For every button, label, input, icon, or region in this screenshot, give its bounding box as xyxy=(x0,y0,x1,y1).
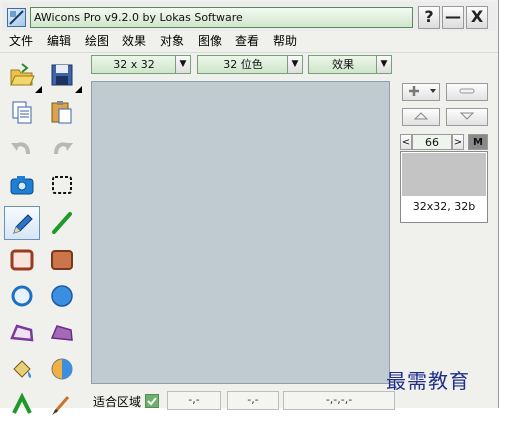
status-field-cursor: -,- xyxy=(167,391,221,410)
color-picker-icon xyxy=(51,358,73,380)
menu-effects[interactable]: 效果 xyxy=(122,33,146,49)
copy-icon xyxy=(12,101,32,124)
triangle-up-icon xyxy=(413,112,429,120)
tool-fill[interactable] xyxy=(4,352,40,386)
color-depth-dropdown[interactable]: 32 位色 ▼ xyxy=(197,55,303,74)
ellipse-filled-icon xyxy=(51,285,73,307)
tool-brush[interactable] xyxy=(44,388,80,422)
thumbnail-image xyxy=(402,153,486,196)
save-disk-icon xyxy=(51,64,73,86)
status-field-size: -,- xyxy=(227,391,279,410)
tool-filled-polygon[interactable] xyxy=(44,316,80,350)
tool-filled-ellipse[interactable] xyxy=(44,279,80,313)
tool-open[interactable] xyxy=(4,58,42,93)
move-down-button[interactable] xyxy=(446,108,488,126)
chevron-down-icon: ▼ xyxy=(175,56,190,73)
menu-file[interactable]: 文件 xyxy=(9,33,33,49)
title-bar: AWicons Pro v9.2.0 by Lokas Software ? —… xyxy=(2,2,496,33)
window-title: AWicons Pro v9.2.0 by Lokas Software xyxy=(30,7,413,28)
icon-thumbnail[interactable]: 32x32, 32b xyxy=(400,151,488,223)
page-prev-button[interactable]: < xyxy=(400,134,412,150)
tool-paste[interactable] xyxy=(44,95,80,129)
drawing-canvas[interactable] xyxy=(91,81,390,384)
menu-view[interactable]: 查看 xyxy=(235,33,259,49)
fit-area-checkbox[interactable] xyxy=(145,394,159,408)
paste-icon xyxy=(51,101,72,124)
app-icon xyxy=(7,8,26,27)
tool-pencil[interactable] xyxy=(4,206,40,240)
help-button[interactable]: ? xyxy=(418,6,440,29)
tool-rectangle[interactable] xyxy=(4,243,40,277)
text-icon xyxy=(12,392,32,414)
tool-save[interactable] xyxy=(44,58,82,93)
status-field-selection: -,-,-,- xyxy=(283,391,395,410)
tool-copy[interactable] xyxy=(4,95,40,129)
fit-area-label: 适合区域 xyxy=(93,395,142,409)
rectangle-filled-icon xyxy=(51,250,73,270)
effects-dropdown[interactable]: 效果 ▼ xyxy=(308,55,392,74)
redo-icon xyxy=(54,142,73,155)
checkmark-icon xyxy=(147,397,157,406)
toolbox xyxy=(0,55,88,415)
menu-image[interactable]: 图像 xyxy=(198,33,222,49)
camera-icon xyxy=(10,176,34,195)
fill-bucket-icon xyxy=(13,360,32,378)
tool-screenshot[interactable] xyxy=(4,168,40,202)
pencil-icon xyxy=(13,214,33,234)
size-dropdown[interactable]: 32 x 32 ▼ xyxy=(91,55,191,74)
page-number: 66 xyxy=(412,134,452,150)
page-next-button[interactable]: > xyxy=(452,134,464,150)
close-button[interactable]: X xyxy=(466,6,488,29)
tool-redo[interactable] xyxy=(44,131,80,165)
thumbnail-caption: 32x32, 32b xyxy=(412,200,476,213)
app-window: AWicons Pro v9.2.0 by Lokas Software ? —… xyxy=(0,0,499,415)
selection-rect-icon xyxy=(52,176,72,194)
menu-help[interactable]: 帮助 xyxy=(273,33,297,49)
undo-icon xyxy=(11,142,30,155)
effects-dropdown-value: 效果 xyxy=(332,58,354,71)
move-up-button[interactable] xyxy=(402,108,440,126)
menu-draw[interactable]: 绘图 xyxy=(85,33,109,49)
triangle-down-icon xyxy=(459,112,475,120)
tool-ellipse[interactable] xyxy=(4,279,40,313)
tool-color-picker[interactable] xyxy=(44,352,80,386)
chevron-down-icon: ▼ xyxy=(376,56,391,73)
minus-icon xyxy=(459,88,475,94)
plus-icon xyxy=(409,86,436,96)
size-dropdown-value: 32 x 32 xyxy=(113,58,155,71)
tool-select[interactable] xyxy=(44,168,80,202)
tool-polygon[interactable] xyxy=(4,316,40,350)
tool-filled-rectangle[interactable] xyxy=(44,243,80,277)
status-bar: 适合区域 -,- -,- -,-,-,- xyxy=(89,389,398,410)
tool-line[interactable] xyxy=(44,206,80,240)
tool-undo[interactable] xyxy=(4,131,40,165)
mode-button[interactable]: M xyxy=(468,134,488,150)
brush-icon xyxy=(52,396,70,415)
add-icon-button[interactable] xyxy=(402,83,440,101)
ellipse-outline-icon xyxy=(11,285,33,307)
color-depth-value: 32 位色 xyxy=(223,58,263,71)
remove-icon-button[interactable] xyxy=(446,83,488,101)
line-icon xyxy=(52,212,72,234)
polygon-outline-icon xyxy=(10,324,34,342)
tool-text[interactable] xyxy=(4,388,40,422)
open-folder-icon xyxy=(10,63,35,86)
chevron-down-icon: ▼ xyxy=(287,56,302,73)
menu-object[interactable]: 对象 xyxy=(160,33,184,49)
menu-edit[interactable]: 编辑 xyxy=(47,33,71,49)
minimize-button[interactable]: — xyxy=(442,6,464,29)
watermark-text: 最需教育 xyxy=(386,369,470,393)
menu-bar: 文件 编辑 绘图 效果 对象 图像 查看 帮助 xyxy=(2,31,496,51)
rectangle-outline-icon xyxy=(10,249,34,271)
polygon-filled-icon xyxy=(50,325,73,341)
